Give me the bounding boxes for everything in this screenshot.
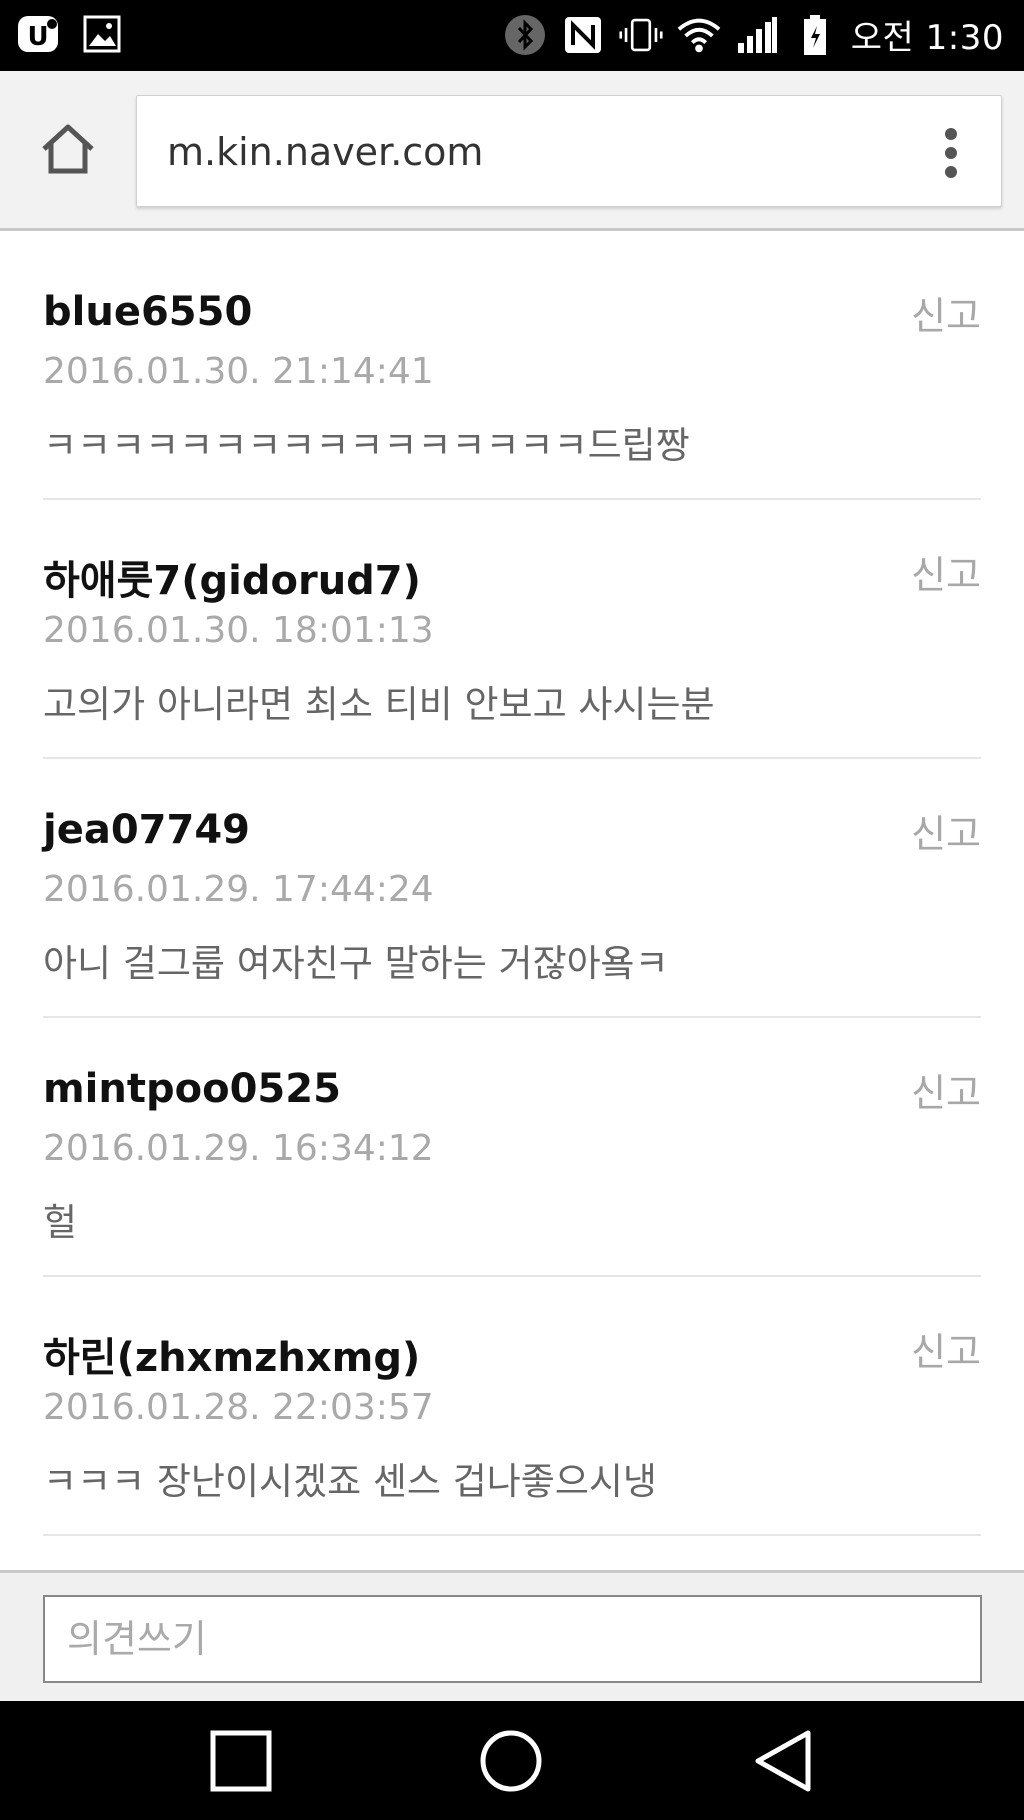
url-text: m.kin.naver.com [167,130,484,174]
status-bar: U 오전 1:30 [0,0,1024,71]
comment-date: 2016.01.29. 17:44:24 [43,869,434,910]
bluetooth-icon [503,13,547,57]
comment-item: mintpoo0525 신고 2016.01.29. 16:34:12 헐 [43,1018,981,1277]
comment-username[interactable]: 하애룻7(gidorud7) [43,548,421,606]
back-triangle-icon[interactable] [748,1725,820,1797]
comment-text: ㅋㅋㅋ 장난이시겠죠 센스 겁나좋으시냉 [43,1460,657,1503]
home-icon[interactable] [38,119,98,179]
home-circle-icon[interactable] [475,1725,547,1797]
comment-text: 헐 [43,1201,78,1244]
gallery-icon [80,12,124,56]
comment-text: 아니 걸그룹 여자친구 말하는 거잖아욬ㅋ [43,942,669,985]
comment-username[interactable]: jea07749 [43,807,250,853]
u-plus-icon: U [16,12,60,56]
clock-text: 오전 1:30 [850,18,1004,58]
recent-apps-icon[interactable] [205,1725,277,1797]
more-vert-icon[interactable] [943,128,959,178]
comment-list: blue6550 신고 2016.01.30. 21:14:41 ㅋㅋㅋㅋㅋㅋㅋ… [0,241,1024,1536]
comment-input[interactable] [43,1595,982,1683]
browser-toolbar: m.kin.naver.com [0,71,1024,231]
comment-date: 2016.01.30. 21:14:41 [43,351,434,392]
comment-item: 하린(zhxmzhxmg) 신고 2016.01.28. 22:03:57 ㅋㅋ… [43,1277,981,1536]
comment-date: 2016.01.28. 22:03:57 [43,1387,434,1428]
comment-date: 2016.01.29. 16:34:12 [43,1128,434,1169]
nfc-icon [561,13,605,57]
report-button[interactable]: 신고 [911,1321,981,1376]
report-button[interactable]: 신고 [911,544,981,599]
comment-item: 하애룻7(gidorud7) 신고 2016.01.30. 18:01:13 고… [43,500,981,759]
comment-text: ㅋㅋㅋㅋㅋㅋㅋㅋㅋㅋㅋㅋㅋㅋㅋㅋ드립짱 [43,424,690,467]
battery-icon [793,13,837,57]
comment-date: 2016.01.30. 18:01:13 [43,610,434,651]
wifi-icon [677,13,721,57]
svg-text:U: U [27,22,48,52]
vibrate-icon [619,13,663,57]
comment-username[interactable]: 하린(zhxmzhxmg) [43,1325,420,1383]
system-nav-bar [0,1701,1024,1820]
comment-item: jea07749 신고 2016.01.29. 17:44:24 아니 걸그룹 … [43,759,981,1018]
report-button[interactable]: 신고 [911,285,981,340]
report-button[interactable]: 신고 [911,1062,981,1117]
comment-text: 고의가 아니라면 최소 티비 안보고 사시는분 [43,683,715,726]
comment-item: blue6550 신고 2016.01.30. 21:14:41 ㅋㅋㅋㅋㅋㅋㅋ… [43,241,981,500]
signal-icon [735,13,779,57]
comment-compose-bar [0,1570,1024,1701]
comment-username[interactable]: mintpoo0525 [43,1066,341,1112]
comment-username[interactable]: blue6550 [43,289,252,335]
url-bar[interactable]: m.kin.naver.com [136,95,1002,207]
report-button[interactable]: 신고 [911,803,981,858]
